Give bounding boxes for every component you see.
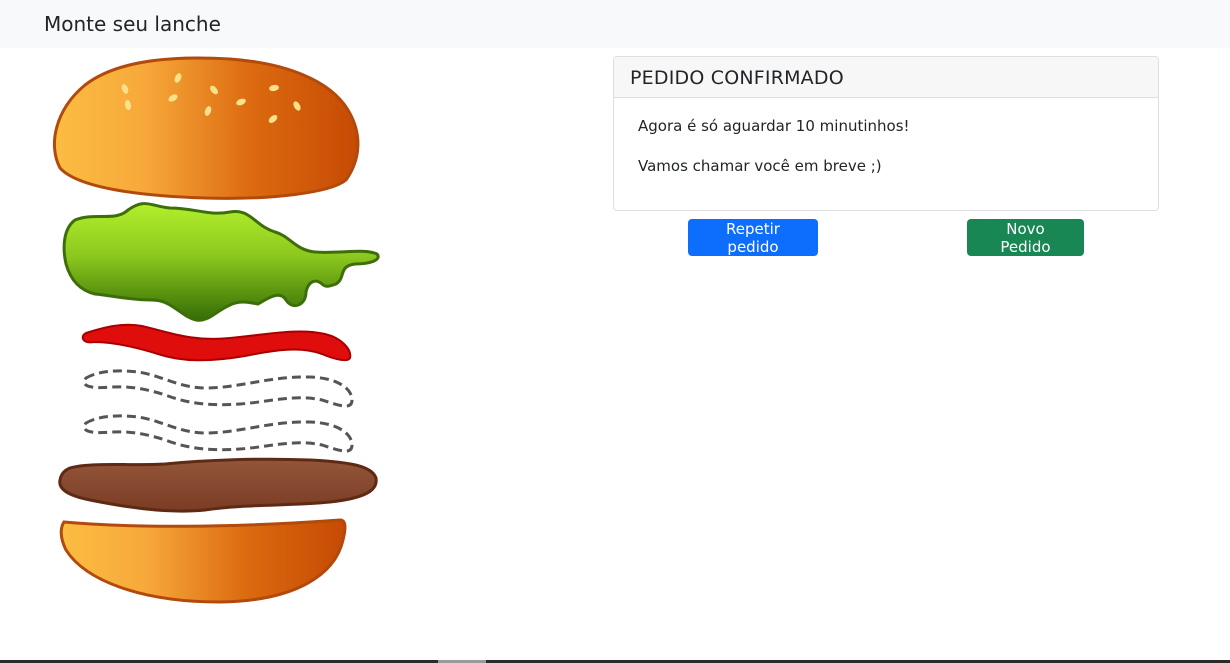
burger-illustration [53,56,380,604]
ketchup[interactable] [81,323,352,362]
new-order-button[interactable]: Novo Pedido [967,219,1084,256]
order-confirmation-card: PEDIDO CONFIRMADO Agora é só aguardar 10… [613,56,1159,211]
patty[interactable] [58,457,378,513]
bun-bottom[interactable] [59,518,347,604]
bun-top[interactable] [53,56,360,200]
navbar-brand[interactable]: Monte seu lanche [44,12,221,36]
lettuce[interactable] [62,202,380,322]
card-header: PEDIDO CONFIRMADO [614,57,1158,98]
wait-message: Agora é só aguardar 10 minutinhos! [638,117,910,135]
repeat-order-button[interactable]: Repetir pedido [688,219,818,256]
navbar: Monte seu lanche [0,0,1230,48]
call-message: Vamos chamar você em breve ;) [638,157,882,175]
empty-ingredient-slot[interactable] [82,369,354,408]
card-body: Agora é só aguardar 10 minutinhos! Vamos… [614,98,1158,176]
empty-ingredient-slot[interactable] [82,414,354,453]
